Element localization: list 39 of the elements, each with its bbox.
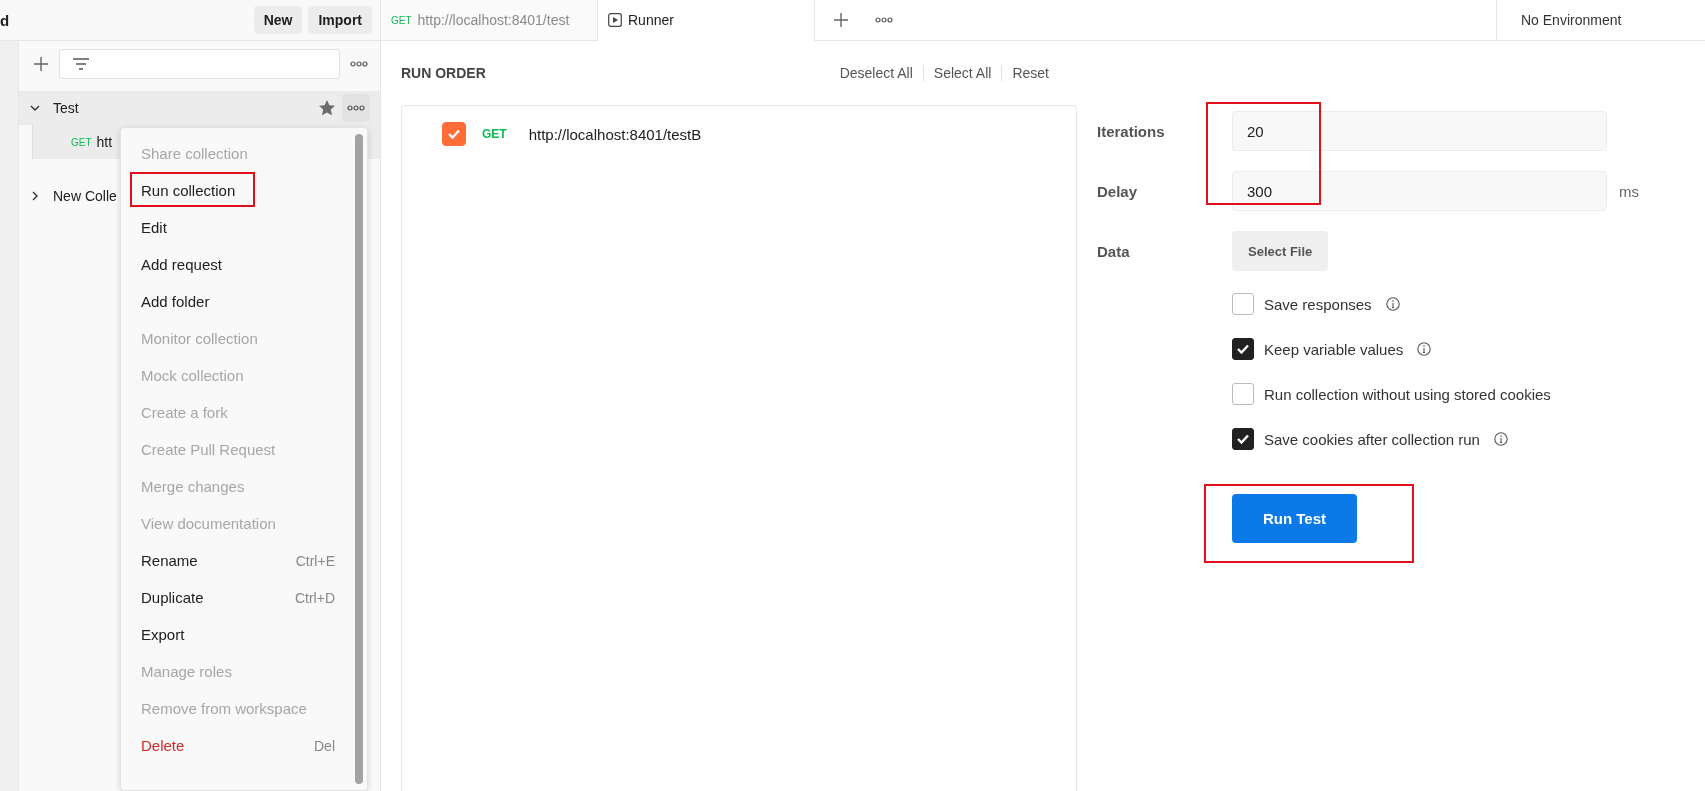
- menu-item-label: Share collection: [141, 145, 248, 162]
- menu-item-label: Run collection: [141, 182, 236, 199]
- menu-item-label: Export: [141, 626, 185, 643]
- menu-item-label: Merge changes: [141, 478, 245, 495]
- request-url: http://localhost:8401/testB: [528, 125, 702, 143]
- menu-item-label: Create Pull Request: [141, 441, 276, 458]
- menu-item-label: Add request: [141, 256, 222, 273]
- workspace-name: d: [0, 11, 10, 29]
- method-label: GET: [71, 136, 92, 148]
- menu-item-label: Mock collection: [141, 367, 244, 384]
- option-label: Save responses: [1264, 295, 1372, 313]
- menu-item-label: Manage roles: [141, 663, 232, 680]
- option-label: Keep variable values: [1264, 340, 1404, 358]
- menu-item-label: Duplicate: [141, 589, 204, 606]
- menu-item-label: Delete: [141, 737, 185, 754]
- menu-item-label: Rename: [141, 552, 198, 569]
- menu-item-label: Edit: [141, 219, 167, 236]
- field-label: Data: [1097, 242, 1131, 260]
- method-label: GET: [482, 127, 507, 141]
- section-title: RUN ORDER: [401, 65, 486, 81]
- menu-item-label: Remove from workspace: [141, 700, 307, 717]
- tab-label: Runner: [628, 12, 674, 28]
- method-label: GET: [391, 14, 412, 26]
- field-label: Iterations: [1097, 122, 1166, 140]
- menu-item-label: View documentation: [141, 515, 276, 532]
- option-label: Run collection without using stored cookies: [1264, 385, 1551, 403]
- field-label: Delay: [1097, 182, 1139, 200]
- shortcut-label: Ctrl+D: [294, 589, 335, 606]
- menu-item-label: Add folder: [141, 293, 210, 310]
- menu-item-label: Monitor collection: [141, 330, 258, 347]
- shortcut-label: Del: [314, 737, 335, 754]
- tab-label: http://localhost:8401/test: [417, 12, 570, 28]
- collection-name: Test: [53, 100, 79, 116]
- menu-item-label: Create a fork: [141, 404, 228, 421]
- collection-name: New Colle: [53, 188, 117, 204]
- unit-label: ms: [1619, 182, 1639, 200]
- request-name: htt: [96, 134, 113, 150]
- option-label: Save cookies after collection run: [1264, 430, 1480, 448]
- shortcut-label: Ctrl+E: [295, 552, 335, 569]
